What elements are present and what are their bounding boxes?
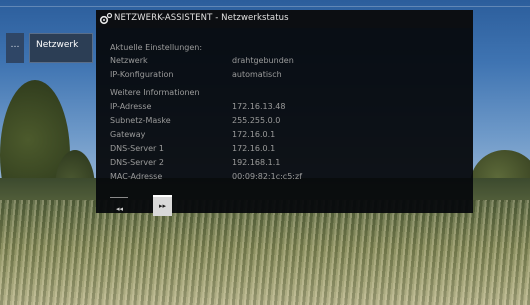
setting-value-network: drahtgebunden [232,56,294,65]
info-label-mac: MAC-Adresse [110,172,163,181]
info-label-gateway: Gateway [110,130,146,139]
setting-label-ip-config: IP-Konfiguration [110,70,174,79]
divider [110,197,128,198]
menu-tab-network[interactable]: Netzwerk [29,33,93,63]
menu-tab-previous[interactable]: … [6,33,24,63]
rewind-button[interactable]: ◂◂ [110,202,129,216]
setting-value-ip-config: automatisch [232,70,282,79]
dialog-title: NETZWERK-ASSISTENT - Netzwerkstatus [114,13,289,23]
network-status-dialog: NETZWERK-ASSISTENT - Netzwerkstatus Aktu… [96,10,473,216]
setting-label-network: Netzwerk [110,56,148,65]
info-label-ip: IP-Adresse [110,102,152,111]
info-label-dns1: DNS-Server 1 [110,144,164,153]
gear-icon [99,12,113,25]
info-value-ip: 172.16.13.48 [232,102,286,111]
info-value-dns2: 192.168.1.1 [232,158,281,167]
info-value-gateway: 172.16.0.1 [232,130,276,139]
info-value-subnet: 255.255.0.0 [232,116,281,125]
info-value-mac: 00:09:82:1c:c5:zf [232,172,303,181]
info-label-dns2: DNS-Server 2 [110,158,164,167]
info-value-dns1: 172.16.0.1 [232,144,276,153]
info-label-subnet: Subnetz-Maske [110,116,171,125]
more-info-heading: Weitere Informationen [110,88,200,97]
current-settings-heading: Aktuelle Einstellungen: [110,43,203,52]
forward-button[interactable]: ▸▸ [153,197,172,216]
dialog-title-bar: NETZWERK-ASSISTENT - Netzwerkstatus [96,10,473,28]
